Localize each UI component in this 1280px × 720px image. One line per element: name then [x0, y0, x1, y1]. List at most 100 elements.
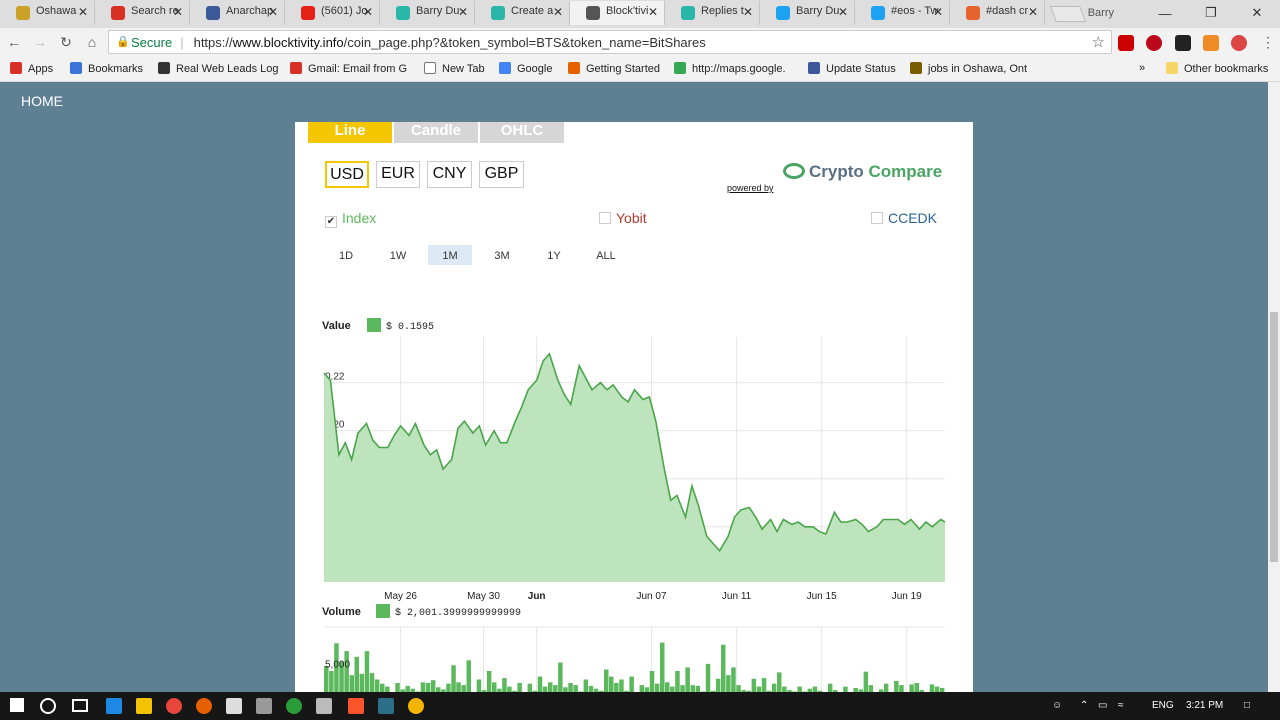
tab-favicon-icon [301, 6, 315, 20]
tab-ohlc[interactable]: OHLC [480, 122, 564, 143]
browser-tab[interactable]: #eos - Tw ✕ [855, 1, 950, 25]
cryptocompare-logo[interactable]: Crypto Compare [783, 162, 942, 182]
source-yobit-checkbox[interactable]: Yobit [599, 210, 647, 226]
browser-tab[interactable]: Anarchap ✕ [190, 1, 285, 25]
extension-pinterest-icon[interactable] [1146, 35, 1162, 51]
taskbar-app-icon[interactable] [378, 698, 394, 714]
star-icon[interactable]: ☆ [1092, 33, 1105, 51]
bookmark-item[interactable]: Apps [10, 62, 53, 75]
tab-close-icon[interactable]: ✕ [78, 5, 88, 19]
tab-close-icon[interactable]: ✕ [1028, 5, 1038, 19]
currency-gbp-button[interactable]: GBP [479, 161, 524, 188]
tab-close-icon[interactable]: ✕ [743, 5, 753, 19]
home-icon[interactable]: ⌂ [80, 34, 104, 50]
task-view-icon[interactable] [72, 699, 88, 712]
bookmark-favicon-icon [158, 62, 170, 74]
browser-tab[interactable]: Block'tivi ✕ [570, 1, 665, 25]
tab-close-icon[interactable]: ✕ [363, 5, 373, 19]
scrollbar-thumb[interactable] [1270, 312, 1278, 562]
taskbar-edge-icon[interactable] [106, 698, 122, 714]
extension-record-icon[interactable] [1231, 35, 1247, 51]
tab-close-icon[interactable]: ✕ [268, 5, 278, 19]
currency-eur-button[interactable]: EUR [376, 161, 420, 188]
source-ccedk-checkbox[interactable]: CCEDK [871, 210, 937, 226]
start-icon[interactable] [10, 698, 24, 712]
range-1w-button[interactable]: 1W [376, 245, 420, 265]
browser-tab[interactable]: Oshawa ✕ [0, 1, 95, 25]
bookmark-item[interactable]: Getting Started [568, 62, 660, 75]
tab-close-icon[interactable]: ✕ [648, 5, 658, 19]
tab-candle[interactable]: Candle [394, 122, 478, 143]
browser-tab[interactable]: (5601) Jo ✕ [285, 1, 380, 25]
tray-chevron-icon[interactable]: ⌃ [1080, 700, 1088, 711]
tab-close-icon[interactable]: ✕ [933, 5, 943, 19]
minimize-icon[interactable]: — [1142, 6, 1188, 21]
range-1m-button[interactable]: 1M [428, 245, 472, 265]
clock[interactable]: 3:21 PM [1186, 700, 1223, 711]
people-icon[interactable]: ☺ [1052, 700, 1062, 711]
bookmark-item[interactable]: http://maps.google. [674, 62, 786, 75]
extension-adblock-icon[interactable] [1118, 35, 1134, 51]
forward-icon[interactable]: → [28, 34, 52, 50]
taskbar-paint-icon[interactable] [256, 698, 272, 714]
taskbar-chrome2-icon[interactable] [408, 698, 424, 714]
taskbar-firefox-icon[interactable] [196, 698, 212, 714]
browser-tab[interactable]: Barry Du ✕ [760, 1, 855, 25]
taskbar-brave-icon[interactable] [348, 698, 364, 714]
range-all-button[interactable]: ALL [584, 245, 628, 265]
restore-icon[interactable]: ❐ [1188, 5, 1234, 21]
profile-user-name[interactable]: Barry [1088, 7, 1114, 19]
menu-icon[interactable]: ⋮ [1256, 34, 1280, 51]
taskbar-xbox-icon[interactable] [286, 698, 302, 714]
browser-tab[interactable]: Create a ✕ [475, 1, 570, 25]
currency-cny-button[interactable]: CNY [427, 161, 472, 188]
bookmark-item[interactable]: Gmail: Email from G [290, 62, 407, 75]
nav-home-link[interactable]: HOME [21, 93, 63, 109]
language-indicator[interactable]: ENG [1152, 700, 1174, 711]
checkbox-yobit-box[interactable] [599, 212, 611, 224]
powered-by-link[interactable]: powered by [727, 183, 774, 193]
page-scrollbar[interactable] [1268, 82, 1280, 692]
browser-tab[interactable]: Replies t ✕ [665, 1, 760, 25]
source-index-checkbox[interactable]: ✔ Index [325, 210, 376, 228]
bookmark-item[interactable]: Update Status [808, 62, 896, 75]
taskbar-mail-icon[interactable] [316, 698, 332, 714]
tab-close-icon[interactable]: ✕ [173, 5, 183, 19]
bookmark-item[interactable]: jobs in Oshawa, Ont [910, 62, 1027, 75]
browser-tab[interactable]: Barry Du ✕ [380, 1, 475, 25]
range-3m-button[interactable]: 3M [480, 245, 524, 265]
address-bar[interactable]: 🔒 Secure | https://www.blocktivity.info/… [108, 30, 1112, 54]
tab-close-icon[interactable]: ✕ [458, 5, 468, 19]
browser-tab[interactable]: #dash cr ✕ [950, 1, 1045, 25]
extension-jx-icon[interactable] [1203, 35, 1219, 51]
volume-bar [558, 662, 563, 692]
wifi-icon[interactable]: ≈ [1118, 700, 1124, 711]
checkbox-ccedk-box[interactable] [871, 212, 883, 224]
taskbar-explorer-icon[interactable] [136, 698, 152, 714]
taskbar-chrome-icon[interactable] [166, 698, 182, 714]
back-icon[interactable]: ← [2, 34, 26, 50]
new-tab-button[interactable] [1050, 6, 1086, 22]
browser-tab[interactable]: Search re ✕ [95, 1, 190, 25]
range-1d-button[interactable]: 1D [324, 245, 368, 265]
extension-amazon-icon[interactable] [1175, 35, 1191, 51]
bookmark-item[interactable]: New Tab [424, 62, 485, 75]
bookmark-item[interactable]: Bookmarks [70, 62, 143, 75]
bookmark-item[interactable]: Real Web Leads Log [158, 62, 279, 75]
bookmark-item[interactable]: Google [499, 62, 552, 75]
tab-close-icon[interactable]: ✕ [838, 5, 848, 19]
taskbar-notepad-icon[interactable] [226, 698, 242, 714]
other-bookmarks[interactable]: Other bookmarks [1166, 62, 1268, 75]
checkbox-index-box[interactable]: ✔ [325, 216, 337, 228]
range-1y-button[interactable]: 1Y [532, 245, 576, 265]
url-text[interactable]: https://www.blocktivity.info/coin_page.p… [194, 35, 706, 50]
more-bookmarks-icon[interactable]: » [1139, 62, 1145, 74]
currency-usd-button[interactable]: USD [325, 161, 369, 188]
tab-line[interactable]: Line [308, 122, 392, 143]
reload-icon[interactable]: ↻ [54, 34, 78, 51]
tab-title: Search re [131, 5, 179, 17]
cortana-icon[interactable] [40, 698, 56, 714]
notifications-icon[interactable]: □ [1244, 700, 1250, 711]
close-window-icon[interactable]: ✕ [1234, 5, 1280, 21]
tab-close-icon[interactable]: ✕ [553, 5, 563, 19]
